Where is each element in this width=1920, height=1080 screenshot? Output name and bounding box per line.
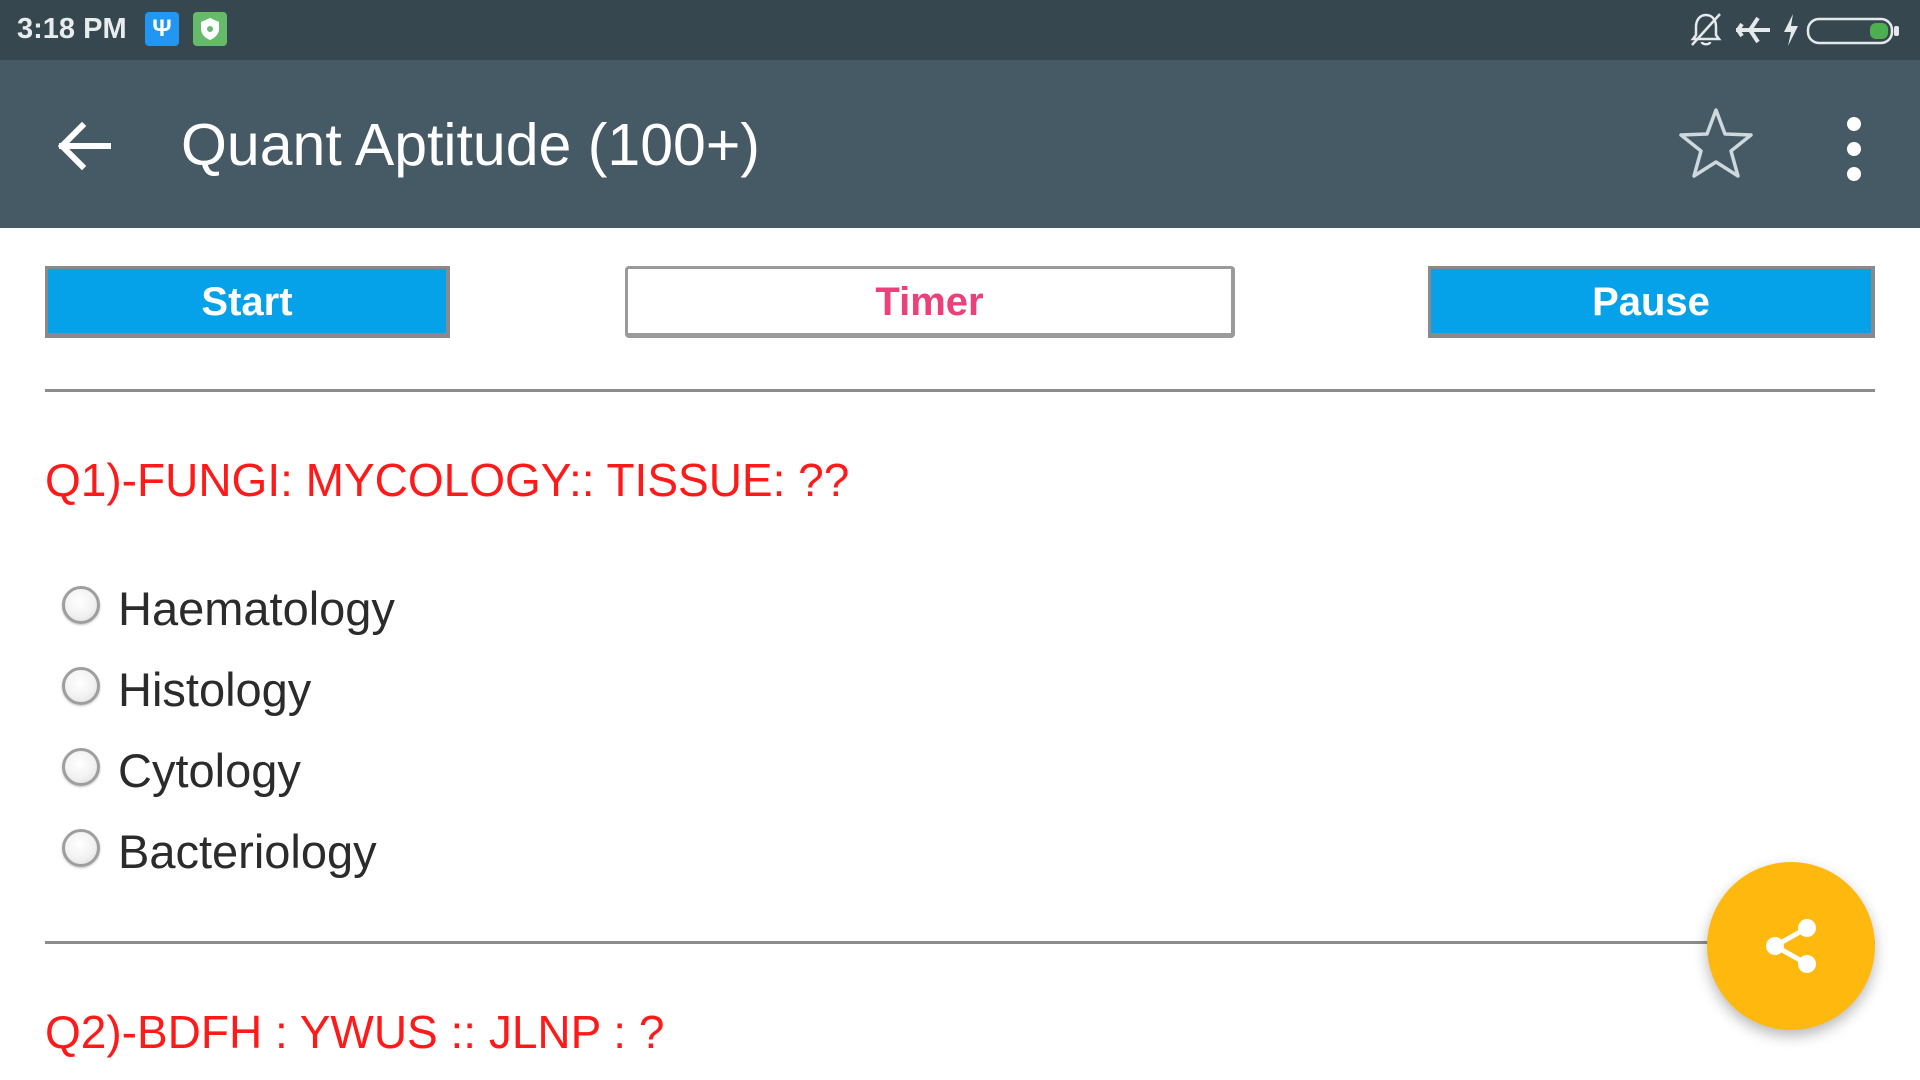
radio-button[interactable] — [62, 748, 100, 786]
status-time: 3:18 PM — [17, 13, 127, 45]
airplane-icon — [1736, 16, 1770, 44]
status-right-icons — [1688, 10, 1908, 50]
back-button[interactable] — [52, 114, 116, 178]
app-bar: Quant Aptitude (100+) — [0, 60, 1920, 228]
status-bar: 3:18 PM Ψ — [0, 0, 1920, 60]
bell-off-icon — [1690, 13, 1722, 46]
overflow-menu-button[interactable] — [1830, 114, 1878, 184]
divider — [45, 389, 1875, 392]
more-vert-icon — [1847, 117, 1861, 181]
battery-icon — [1806, 17, 1899, 45]
shield-icon — [193, 12, 227, 46]
page-title: Quant Aptitude (100+) — [181, 112, 760, 178]
radio-button[interactable] — [62, 586, 100, 624]
charging-icon — [1784, 14, 1798, 46]
favorite-button[interactable] — [1676, 104, 1756, 184]
back-arrow-icon — [57, 121, 111, 171]
pause-button[interactable]: Pause — [1428, 266, 1875, 338]
timer-display: Timer — [625, 266, 1235, 338]
divider — [45, 941, 1875, 944]
share-icon — [1766, 919, 1816, 973]
option-label: Cytology — [118, 744, 301, 797]
radio-button[interactable] — [62, 667, 100, 705]
share-fab-button[interactable] — [1707, 862, 1875, 1030]
radio-button[interactable] — [62, 829, 100, 867]
star-outline-icon — [1679, 108, 1753, 178]
question-2-text: Q2)-BDFH : YWUS :: JLNP : ? — [45, 1006, 665, 1058]
usb-icon: Ψ — [145, 12, 179, 46]
option-label: Histology — [118, 663, 312, 716]
option-label: Bacteriology — [118, 825, 377, 878]
question-1-text: Q1)-FUNGI: MYCOLOGY:: TISSUE: ?? — [45, 454, 850, 506]
start-button[interactable]: Start — [45, 266, 450, 338]
option-label: Haematology — [118, 582, 395, 635]
